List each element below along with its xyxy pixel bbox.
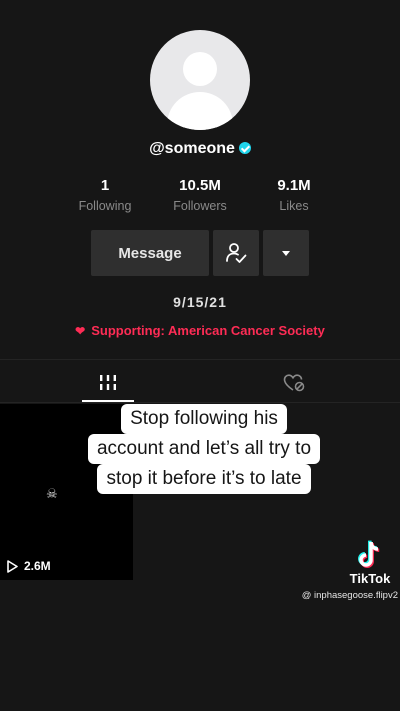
verified-badge-icon [238, 142, 251, 154]
stat-likes-label: Likes [279, 199, 309, 213]
charity-label: Supporting: American Cancer Society [91, 323, 325, 338]
stat-following-value: 1 [100, 177, 110, 194]
tab-videos[interactable] [82, 366, 134, 400]
caption-line-2: account and let’s all try to [87, 434, 321, 464]
video-views-count: 2.6M [24, 559, 51, 573]
tiktok-logo-icon [352, 537, 388, 573]
stat-likes: 9.1M Likes [244, 177, 344, 213]
grid-icon [100, 375, 116, 390]
tabs-divider [0, 402, 400, 403]
user-check-icon [226, 243, 247, 263]
tiktok-brand: TikTok [349, 571, 391, 586]
profile-bio: 9/15/21 [173, 294, 227, 310]
message-button[interactable]: Message [91, 230, 209, 276]
caret-down-icon [282, 250, 290, 256]
watermark-username: @ inphasegoose.flipv2 [301, 590, 398, 601]
skull-icon: ☠ [46, 486, 58, 501]
stat-followers-value: 10.5M [179, 177, 221, 194]
charity-heart-icon: ❤ [75, 324, 86, 338]
avatar-head [183, 52, 217, 86]
more-options-button[interactable] [263, 230, 309, 276]
play-icon [7, 559, 18, 573]
liked-heart-icon [283, 374, 305, 392]
stat-following[interactable]: 1 Following [55, 177, 155, 213]
username-row: @someone [0, 140, 400, 158]
avatar-body [167, 92, 233, 130]
username: @someone [149, 140, 235, 157]
tab-liked[interactable] [268, 366, 320, 400]
caption-line-1: Stop following his [121, 404, 287, 434]
stat-followers[interactable]: 10.5M Followers [150, 177, 250, 213]
stat-following-label: Following [78, 199, 132, 213]
caption-line-3: stop it before it’s to late [97, 464, 311, 494]
profile-avatar[interactable] [150, 30, 250, 130]
video-views: 2.6M [7, 559, 51, 573]
stat-likes-value: 9.1M [277, 177, 311, 194]
caption-overlay: Stop following his account and let’s all… [59, 404, 349, 494]
stat-followers-label: Followers [173, 199, 227, 213]
charity-link[interactable]: ❤ Supporting: American Cancer Society [0, 323, 400, 338]
divider [0, 359, 400, 360]
following-status-button[interactable] [213, 230, 259, 276]
